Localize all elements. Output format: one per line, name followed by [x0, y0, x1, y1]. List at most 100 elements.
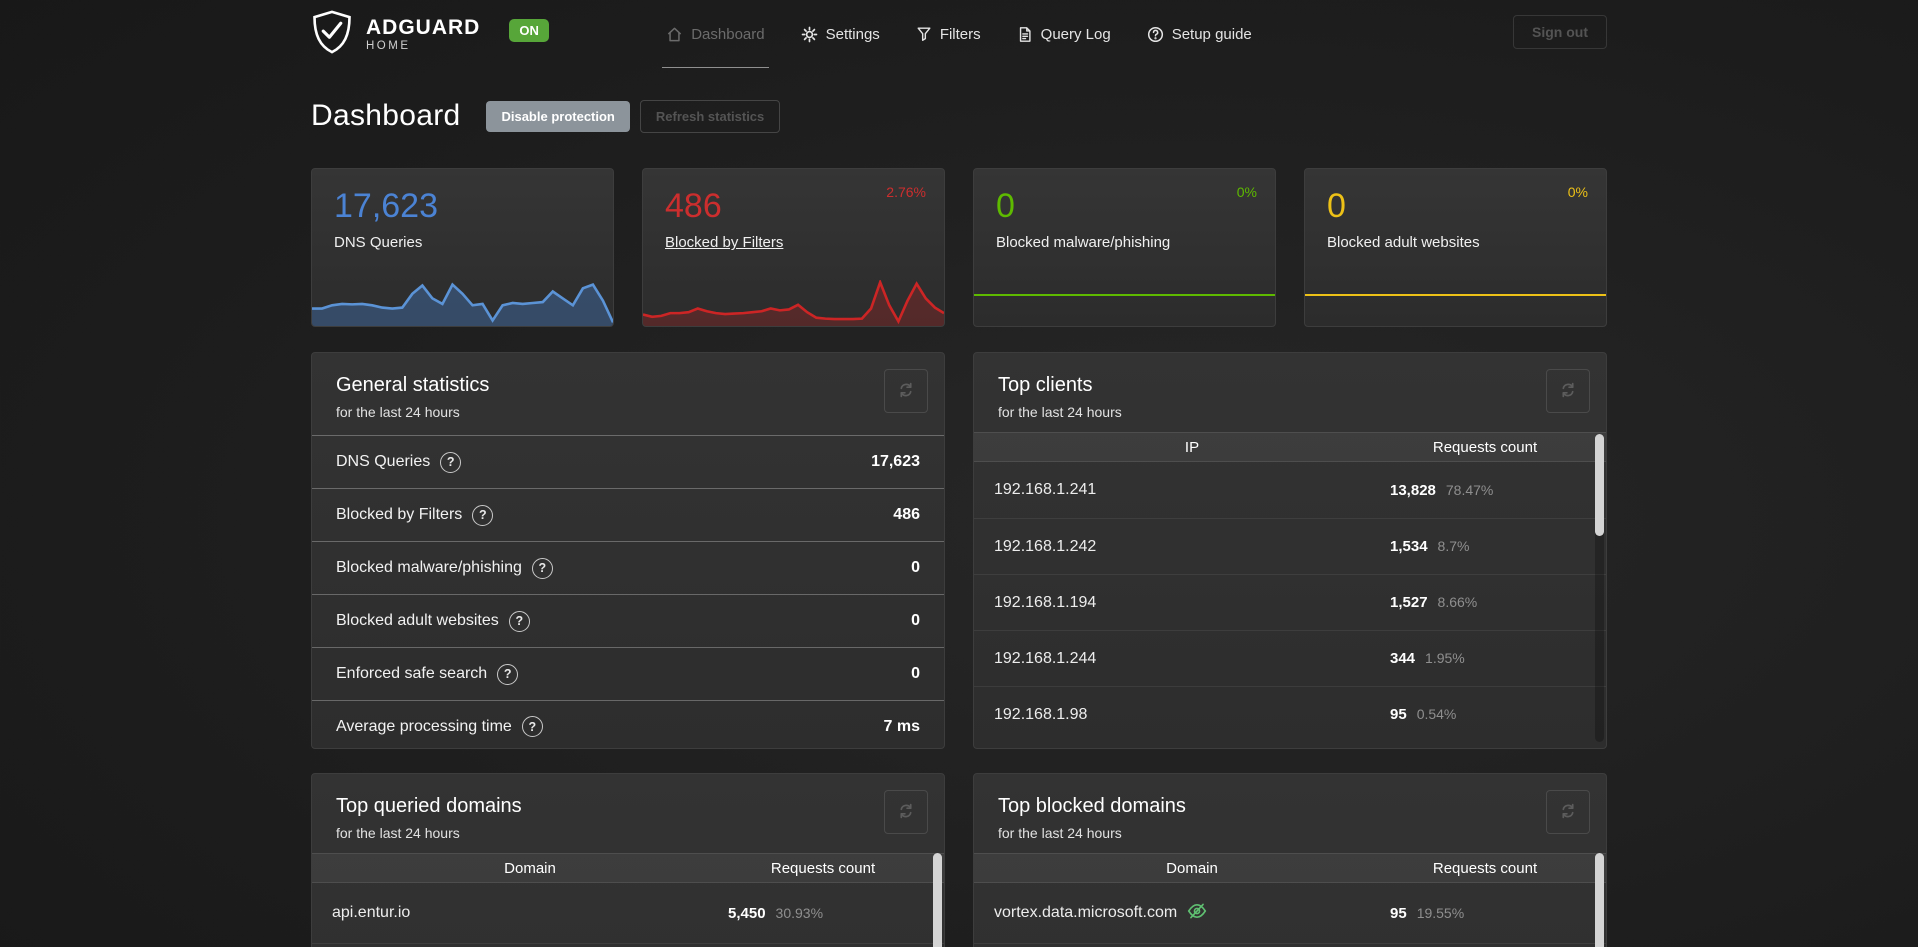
top-queried-domains-title: Top queried domains [336, 795, 522, 817]
stat-card-blocked-malware: 0 Blocked malware/phishing 0% [973, 168, 1276, 327]
help-circle-icon [1147, 26, 1164, 43]
help-icon[interactable]: ? [472, 504, 494, 526]
top-clients-header: IP Requests count [974, 432, 1606, 462]
client-percent: 0.54% [1416, 706, 1457, 722]
brand-name: ADGUARD [366, 15, 481, 39]
disable-protection-button[interactable]: Disable protection [486, 100, 630, 132]
blocked-adult-flatline [1305, 294, 1606, 296]
domain-percent: 19.55% [1416, 904, 1465, 921]
client-percent: 8.66% [1437, 594, 1478, 610]
top-queried-domains-header: Domain Requests count [312, 853, 944, 883]
scrollbar-track[interactable] [1595, 434, 1604, 742]
client-count: 1,527 [1390, 594, 1428, 611]
general-statistics-rows: DNS Queries? 17,623 Blocked by Filters? … [312, 435, 944, 748]
stat-row-label: Average processing time [336, 717, 512, 735]
navbar: ADGUARD HOME ON Dashboard Settings Filte… [0, 0, 1918, 68]
eye-off-icon [1186, 900, 1208, 927]
column-header-requests: Requests count [1432, 859, 1538, 877]
stat-row-label: Blocked by Filters [336, 506, 463, 523]
client-row: 192.168.1.244 344 1.95% [974, 630, 1606, 686]
column-header-ip: IP [1184, 438, 1200, 456]
help-icon[interactable]: ? [440, 451, 462, 473]
nav-label-filters: Filters [939, 25, 981, 43]
top-blocked-domains-subtitle: for the last 24 hours [998, 825, 1122, 841]
client-count: 95 [1390, 706, 1407, 723]
blocked-filters-value: 486 [665, 187, 722, 225]
top-blocked-domains-refresh-button[interactable] [1546, 790, 1590, 834]
refresh-icon [897, 381, 915, 402]
domain-count: 5,450 [728, 904, 766, 922]
client-ip: 192.168.1.242 [994, 537, 1097, 555]
refresh-icon [897, 802, 915, 823]
adguard-home-logo[interactable]: ADGUARD HOME ON [311, 9, 549, 60]
top-blocked-domains-header: Domain Requests count [974, 853, 1606, 883]
page-header: Dashboard Disable protection Refresh sta… [311, 98, 1607, 134]
scrollbar-thumb[interactable] [933, 853, 942, 947]
gear-icon [801, 26, 818, 43]
scrollbar-track[interactable] [933, 853, 942, 947]
refresh-icon [1559, 381, 1577, 402]
document-icon [1017, 26, 1033, 43]
top-queried-domains-refresh-button[interactable] [884, 790, 928, 834]
client-percent: 78.47% [1445, 481, 1494, 498]
nav-item-settings[interactable]: Settings [801, 0, 880, 68]
stat-row-blocked-filters: Blocked by Filters? 486 [312, 488, 944, 541]
help-icon[interactable]: ? [497, 663, 519, 685]
client-count: 13,828 [1390, 481, 1436, 499]
stat-row-blocked-malware: Blocked malware/phishing? 0 [312, 541, 944, 594]
scrollbar-thumb[interactable] [1595, 434, 1604, 536]
stat-row-dns-queries: DNS Queries? 17,623 [312, 435, 944, 488]
stat-row-label: Blocked adult websites [336, 612, 499, 629]
refresh-icon [1559, 802, 1577, 823]
blocked-adult-value: 0 [1327, 187, 1346, 225]
client-ip: 192.168.1.244 [994, 649, 1097, 667]
dns-queries-value: 17,623 [334, 187, 438, 225]
stat-cards-row: 17,623 DNS Queries 486 Blocked by Filter… [311, 168, 1607, 327]
help-icon[interactable]: ? [531, 557, 553, 579]
scrollbar-track[interactable] [1595, 853, 1604, 947]
general-statistics-panel: General statistics for the last 24 hours… [311, 352, 945, 749]
blocked-adult-label: Blocked adult websites [1327, 234, 1480, 252]
client-row: 192.168.1.241 13,828 78.47% [974, 462, 1606, 518]
top-clients-refresh-button[interactable] [1546, 369, 1590, 413]
domain-percent: 30.93% [775, 904, 824, 921]
stat-row-value: 486 [893, 506, 920, 523]
top-clients-title: Top clients [998, 374, 1093, 396]
stat-card-blocked-adult: 0 Blocked adult websites 0% [1304, 168, 1607, 327]
refresh-statistics-button[interactable]: Refresh statistics [639, 99, 781, 133]
column-header-requests: Requests count [770, 859, 876, 877]
domain-row: vortex.data.microsoft.com 95 19.55% [974, 883, 1606, 943]
client-ip: 192.168.1.98 [994, 705, 1088, 723]
blocked-malware-label: Blocked malware/phishing [996, 234, 1171, 252]
nav-item-filters[interactable]: Filters [916, 0, 981, 68]
stat-row-processing-time: Average processing time? 7 ms [312, 700, 944, 748]
top-clients-subtitle: for the last 24 hours [998, 404, 1122, 420]
help-icon[interactable]: ? [508, 610, 530, 632]
sign-out-button[interactable]: Sign out [1513, 15, 1607, 49]
stat-row-value: 0 [911, 612, 920, 629]
top-clients-panel: Top clients for the last 24 hours IP Req… [973, 352, 1607, 749]
scrollbar-thumb[interactable] [1595, 853, 1604, 947]
dns-queries-label: DNS Queries [334, 234, 423, 252]
nav-item-dashboard[interactable]: Dashboard [662, 0, 770, 68]
help-icon[interactable]: ? [521, 716, 543, 737]
nav-label-settings: Settings [825, 25, 880, 43]
client-row: 192.168.1.242 1,534 8.7% [974, 518, 1606, 574]
nav-item-query-log[interactable]: Query Log [1017, 0, 1111, 68]
brand-sub: HOME [366, 39, 411, 52]
blocked-malware-flatline [974, 294, 1275, 296]
general-statistics-refresh-button[interactable] [884, 369, 928, 413]
page-title: Dashboard [311, 99, 461, 132]
top-queried-domains-subtitle: for the last 24 hours [336, 825, 460, 841]
domain-row: api.entur.io 5,450 30.93% [312, 883, 944, 943]
column-header-domain: Domain [504, 859, 556, 877]
general-statistics-subtitle: for the last 24 hours [336, 404, 460, 420]
blocked-filters-link[interactable]: Blocked by Filters [665, 234, 783, 251]
client-ip: 192.168.1.194 [994, 593, 1097, 611]
nav-item-setup-guide[interactable]: Setup guide [1147, 0, 1252, 68]
stat-card-dns-queries: 17,623 DNS Queries [311, 168, 614, 327]
stat-row-value: 17,623 [871, 453, 920, 470]
client-percent: 8.7% [1437, 538, 1470, 554]
blocked-filters-sparkline [643, 280, 944, 326]
blocked-malware-value: 0 [996, 187, 1015, 225]
